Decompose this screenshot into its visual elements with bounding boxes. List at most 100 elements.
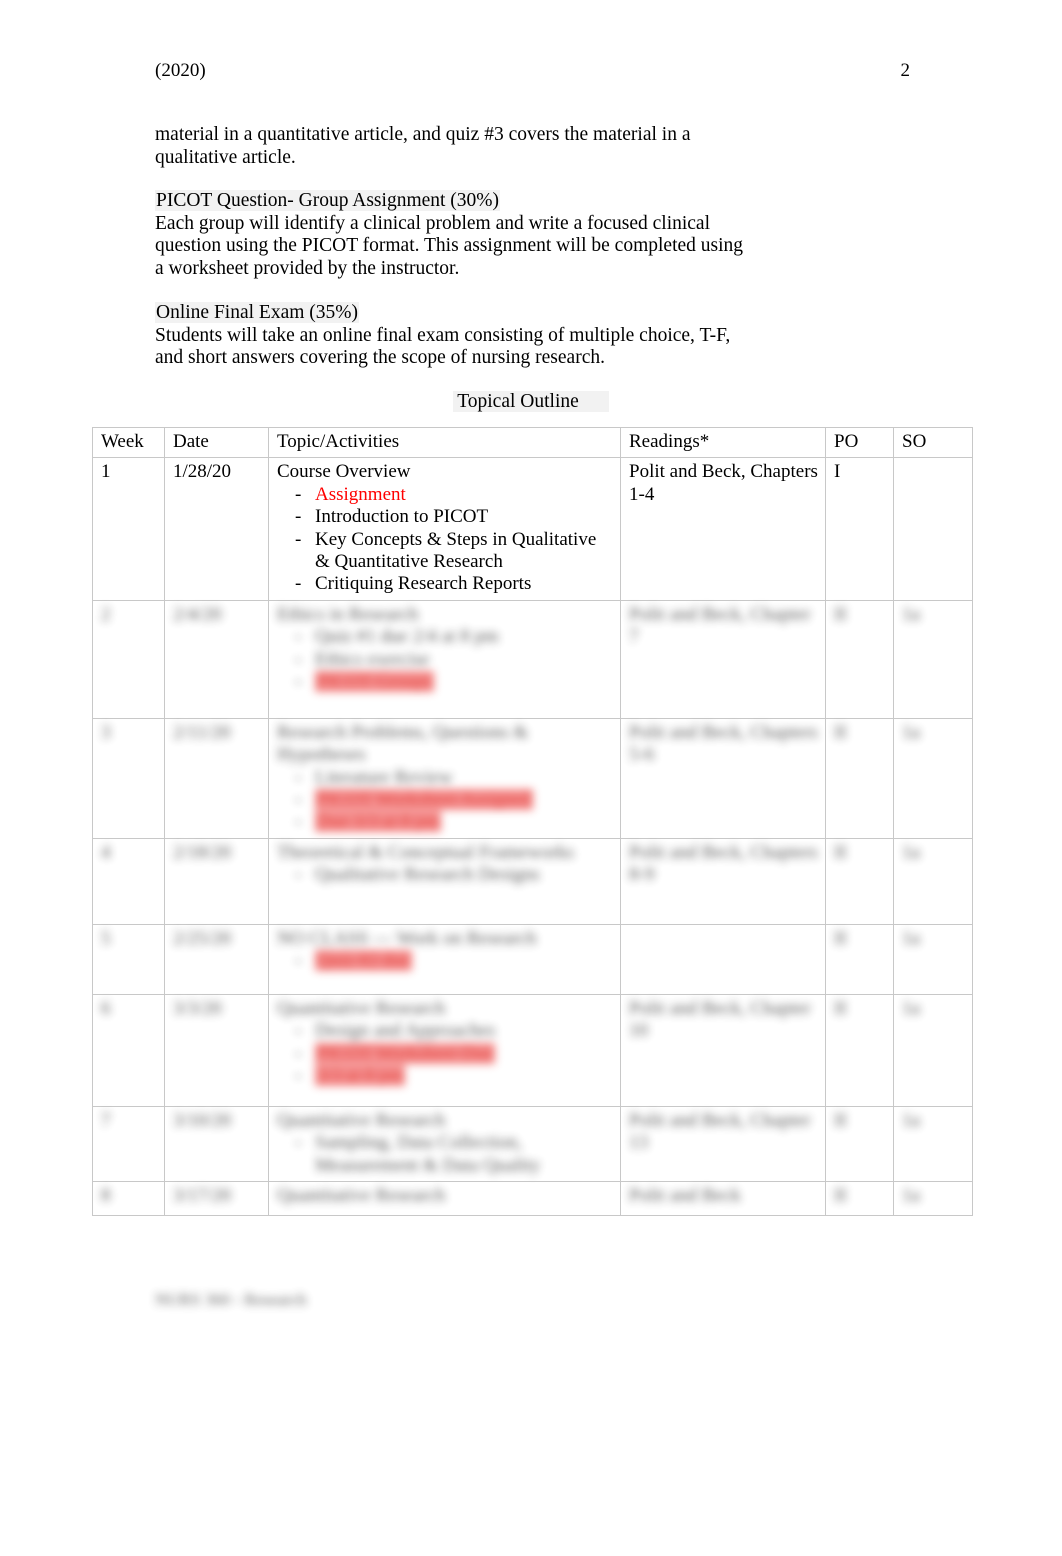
cell-so: 1a xyxy=(893,993,973,1107)
cell-week: 4 xyxy=(92,837,165,925)
cell-po: II xyxy=(825,599,894,719)
topic-title: Course Overview xyxy=(277,461,411,483)
cell-topic: Research Problems, Questions & Hypothese… xyxy=(268,717,621,839)
cell-date: 3/17/20 xyxy=(164,1181,269,1217)
cell-week: 1 xyxy=(92,457,165,601)
picot-heading-text: PICOT Question- Group Assignment (30%) xyxy=(155,190,501,211)
cell-week: 5 xyxy=(92,923,165,995)
topic-item: Design and Approaches xyxy=(277,1020,614,1043)
table-caption-text: Topical Outline xyxy=(453,391,609,412)
cell-week: 6 xyxy=(92,993,165,1107)
cell-topic: Quantitative Research xyxy=(268,1181,621,1217)
cell-readings: Polit and Beck, Chapters 8-9 xyxy=(620,837,826,925)
cell-readings xyxy=(620,923,826,995)
topical-outline-table: Week Date Topic/Activities Readings* PO … xyxy=(92,426,973,1217)
topic-title: Quantitative Research xyxy=(277,1109,446,1131)
topic-item: Ethics exercise xyxy=(277,649,614,672)
final-exam-heading: Online Final Exam (35%) xyxy=(155,302,755,325)
picot-section: PICOT Question- Group Assignment (30%) E… xyxy=(155,190,755,280)
topic-title: Ethics in Research xyxy=(277,603,419,625)
cell-readings: Polit and Beck, Chapter 7 xyxy=(620,599,826,719)
header-year: (2020) xyxy=(155,60,206,81)
table-row: 11/28/20Course OverviewAssignmentIntrodu… xyxy=(92,457,973,601)
table-row: 22/4/20Ethics in ResearchQuiz #1 due 2/4… xyxy=(92,599,973,719)
cell-so xyxy=(893,457,973,601)
cell-so: 1a xyxy=(893,923,973,995)
topic-item: Key Concepts & Steps in Qualitative & Qu… xyxy=(277,529,614,574)
cell-po: II xyxy=(825,923,894,995)
page-number: 2 xyxy=(900,60,911,81)
cell-week: 7 xyxy=(92,1105,165,1183)
page-footer: NURS 360 - Research xyxy=(155,1290,307,1310)
cell-so: 1a xyxy=(893,717,973,839)
cell-date: 2/25/20 xyxy=(164,923,269,995)
topic-title: NO CLASS — Work on Research xyxy=(277,927,537,949)
document-page: (2020) 2 material in a quantitative arti… xyxy=(0,0,1062,1556)
column-header-date: Date xyxy=(164,426,269,459)
cell-so: 1a xyxy=(893,1105,973,1183)
column-header-readings: Readings* xyxy=(620,426,826,459)
table-row: 8 3/17/20 Quantitative Research Polit and B… xyxy=(92,1181,973,1217)
topic-item: PICOT Worksheet Due xyxy=(277,1042,614,1066)
table-row: 4 2/18/20 Theoretical & Conceptual Framewo… xyxy=(92,837,973,925)
picot-heading: PICOT Question- Group Assignment (30%) xyxy=(155,190,755,213)
topic-item-highlight: 3/3 at 8 pm xyxy=(315,1065,406,1087)
cell-so: 1a xyxy=(893,599,973,719)
cell-readings: Polit and Beck, Chapter 13 xyxy=(620,1105,826,1183)
topic-item-list: Sampling, Data Collection, Measurement &… xyxy=(277,1132,614,1177)
topic-item: Introduction to PICOT xyxy=(277,506,614,529)
cell-date: 1/28/20 xyxy=(164,457,269,601)
table-row: 52/25/20 NO CLASS — Work on ResearchQuiz … xyxy=(92,923,973,995)
topic-item: Qualitative Research Designs xyxy=(277,864,614,887)
continued-paragraph: material in a quantitative article, and … xyxy=(155,124,755,169)
topic-item-list: Design and ApproachesPICOT Worksheet Due… xyxy=(277,1020,614,1088)
cell-date: 2/11/20 xyxy=(164,717,269,839)
cell-week: 3 xyxy=(92,717,165,839)
cell-po: II xyxy=(825,717,894,839)
cell-date: 2/4/20 xyxy=(164,599,269,719)
topic-title: Research Problems, Questions & Hypothese… xyxy=(277,721,529,766)
cell-date: 3/10/20 xyxy=(164,1105,269,1183)
continued-paragraph-text: material in a quantitative article, and … xyxy=(155,124,691,168)
cell-readings: Polit and Beck xyxy=(620,1181,826,1217)
topic-item: Sampling, Data Collection, Measurement &… xyxy=(277,1132,614,1177)
final-exam-heading-text: Online Final Exam (35%) xyxy=(155,302,359,323)
cell-topic: Theoretical & Conceptual FrameworksQuali… xyxy=(268,837,621,925)
cell-topic: Ethics in ResearchQuiz #1 due 2/4 at 8 p… xyxy=(268,599,621,719)
topic-item: PICOT Groups xyxy=(277,671,614,694)
topic-item-list: Quiz #1 due 2/4 at 8 pmEthics exercisePI… xyxy=(277,626,614,694)
table-row: 3 2/11/20 Research Problems, Questions & H… xyxy=(92,717,973,839)
topic-item-highlight: PICOT Groups xyxy=(315,671,435,693)
topic-item-list: Qualitative Research Designs xyxy=(277,864,614,887)
topic-item-list: AssignmentIntroduction to PICOTKey Conce… xyxy=(277,484,614,596)
topic-item-highlight: Assignment xyxy=(315,483,406,505)
cell-topic: Course OverviewAssignmentIntroduction to… xyxy=(268,457,621,601)
page-footer-text: NURS 360 - Research xyxy=(155,1290,307,1309)
cell-date: 3/3/20 xyxy=(164,993,269,1107)
table-header-row: Week Date Topic/Activities Readings* PO … xyxy=(92,426,973,459)
table-caption: Topical Outline xyxy=(0,391,1062,413)
topic-title: Quantitative Research xyxy=(277,997,446,1019)
cell-readings: Polit and Beck, Chapter 10 xyxy=(620,993,826,1107)
topic-item: Assignment xyxy=(277,483,614,507)
column-header-so: SO xyxy=(893,426,973,459)
topic-item: 3/3 at 8 pm xyxy=(277,1065,614,1088)
cell-so: 1a xyxy=(893,837,973,925)
cell-readings: Polit and Beck, Chapters 5-6 xyxy=(620,717,826,839)
cell-so: 1a xyxy=(893,1181,973,1217)
cell-po: I xyxy=(825,457,894,601)
topic-item-highlight: Quiz #2 due xyxy=(315,950,412,972)
topic-item: Literature Review xyxy=(277,767,614,790)
cell-week: 8 xyxy=(92,1181,165,1217)
topic-item: Quiz #2 due xyxy=(277,950,614,973)
table-row: 63/3/20 Quantitative ResearchDesign and A… xyxy=(92,993,973,1107)
topic-item: Critiquing Research Reports xyxy=(277,573,614,596)
cell-po: II xyxy=(825,1105,894,1183)
topic-item-list: Quiz #2 due xyxy=(277,950,614,973)
column-header-po: PO xyxy=(825,426,894,459)
picot-body-text: Each group will identify a clinical prob… xyxy=(155,212,744,279)
topic-item-highlight: Due 3/3 at 8 pm xyxy=(315,811,442,833)
topic-title: Theoretical & Conceptual Frameworks xyxy=(277,841,575,863)
topic-item: PICOT Worksheet Assigned xyxy=(277,789,614,812)
column-header-week: Week xyxy=(92,426,165,459)
